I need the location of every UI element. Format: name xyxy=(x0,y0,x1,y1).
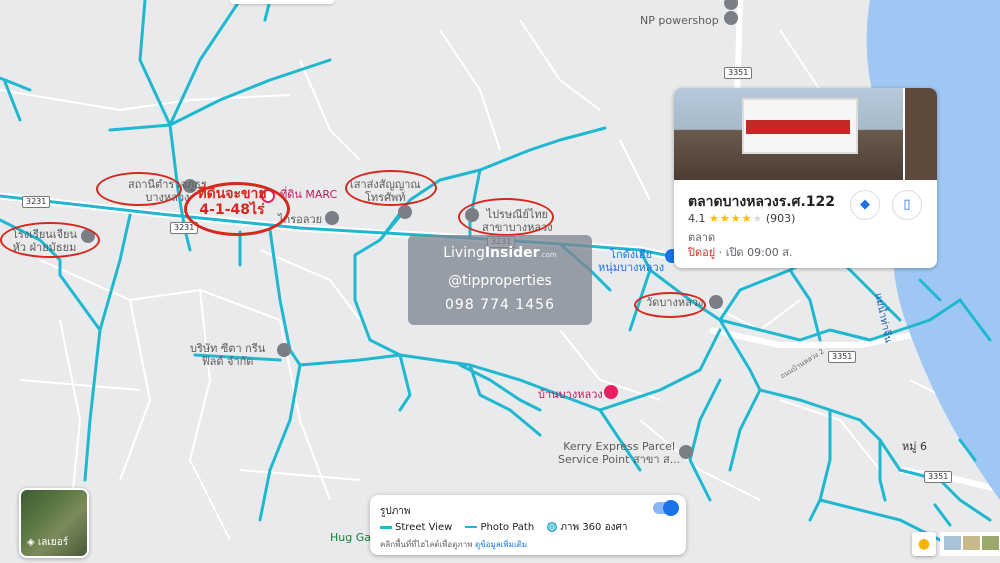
legend-note: คลิกพื้นที่ที่ไฮไลต์เพื่อดูภาพ ดูข้อมูลเ… xyxy=(380,538,527,551)
pin-krolaluay xyxy=(325,211,339,225)
imagery-thumb-2[interactable] xyxy=(963,536,980,550)
more-info-link[interactable]: ดูข้อมูลเพิ่มเติม xyxy=(475,540,527,549)
photo-360-icon xyxy=(547,522,558,532)
street-view-legend: รูปภาพ Street View Photo Path ภาพ 360 อง… xyxy=(370,495,686,555)
photo-path-line-icon xyxy=(465,526,478,528)
street-view-toggle[interactable] xyxy=(653,500,679,516)
label-marc-land: ที่ดิน MARC xyxy=(280,188,338,201)
oval-police xyxy=(96,172,182,206)
pin-signal xyxy=(398,205,412,219)
shield-3351-top: 3351 xyxy=(724,67,753,79)
legend-360-label: ภาพ 360 องศา xyxy=(560,522,628,533)
watermark-handle: @tipproperties xyxy=(448,273,552,289)
place-card[interactable]: ตลาดบางหลวงร.ศ.122 4.1 ★★★★★ (903) ตลาด … xyxy=(674,88,937,268)
legend-photo-path: Photo Path xyxy=(465,522,534,533)
pin-company xyxy=(277,343,291,357)
directions-icon: ◆ xyxy=(860,197,870,212)
imagery-thumb-1[interactable] xyxy=(944,536,961,550)
pegman-icon[interactable]: ● xyxy=(912,532,936,556)
imagery-thumb-3[interactable] xyxy=(982,536,999,550)
place-rating: 4.1 ★★★★★ (903) xyxy=(688,212,795,225)
label-hug: Hug Ga xyxy=(330,531,371,544)
pin-ban-bang-luang xyxy=(604,385,618,399)
hours-open: เปิด 09:00 ส. xyxy=(725,246,793,259)
brand-insider: Insider xyxy=(484,245,540,261)
place-photo-secondary[interactable] xyxy=(903,88,937,180)
status-closed: ปิดอยู่ xyxy=(688,246,716,259)
label-kerry: Kerry Express Parcel Service Point สาขา … xyxy=(558,440,681,466)
review-count[interactable]: (903) xyxy=(766,212,796,225)
oval-temple xyxy=(634,292,706,318)
sale-annotation: ที่ดินจะขาย 4-1-48ไร่ xyxy=(197,186,267,218)
layers-label: เลเยอร์ xyxy=(37,537,69,548)
street-view-line-icon xyxy=(380,525,392,529)
shield-3231-west: 3231 xyxy=(22,196,51,208)
toggle-knob xyxy=(663,500,679,516)
place-photo[interactable] xyxy=(674,88,937,180)
shield-3351-bottom: 3351 xyxy=(924,471,953,483)
imagery-strip[interactable] xyxy=(940,532,1000,556)
layers-label-wrap: ◈ เลเยอร์ xyxy=(27,535,68,550)
place-hours: ปิดอยู่ · เปิด 09:00 ส. xyxy=(688,243,792,261)
label-hotel: โกดังเฮีย หนุ่มบางหลวง xyxy=(598,248,665,274)
pin-temple xyxy=(709,295,723,309)
legend-note-text: คลิกพื้นที่ที่ไฮไลต์เพื่อดูภาพ xyxy=(380,540,473,549)
legend-row: Street View Photo Path ภาพ 360 องศา xyxy=(380,520,637,535)
oval-post-office xyxy=(458,198,554,236)
brand-living: Living xyxy=(443,245,485,261)
rating-value: 4.1 xyxy=(688,212,706,225)
label-company: บริษัท ซีตา กรีน ฟิลด์ จำกัด xyxy=(190,342,266,368)
market-sign-banner xyxy=(746,120,850,134)
watermark-brand: LivingInsider.com xyxy=(408,245,592,263)
layers-icon: ◈ xyxy=(27,537,35,548)
save-button[interactable]: ▯ xyxy=(892,190,922,220)
directions-button[interactable]: ◆ xyxy=(850,190,880,220)
hours-sep: · xyxy=(715,246,726,259)
legend-photo-path-label: Photo Path xyxy=(480,522,535,533)
search-box-edge[interactable] xyxy=(230,0,334,4)
oval-signal-post xyxy=(345,170,437,206)
legend-360: ภาพ 360 องศา xyxy=(547,522,627,533)
pin-kerry xyxy=(679,445,693,459)
layers-button[interactable]: ◈ เลเยอร์ xyxy=(19,488,89,558)
rating-star-empty: ★ xyxy=(752,212,763,225)
rating-stars: ★★★★ xyxy=(709,212,753,225)
label-ban-bang-luang: บ้านบางหลวง xyxy=(538,388,603,401)
shield-3351-mid: 3351 xyxy=(828,351,857,363)
pin-np-powershop xyxy=(724,11,738,25)
brand-com: .com xyxy=(539,251,557,259)
label-village: หมู่ 6 xyxy=(902,440,927,453)
legend-street-view: Street View xyxy=(380,522,452,533)
bookmark-icon: ▯ xyxy=(903,197,911,212)
legend-heading: รูปภาพ xyxy=(380,506,411,517)
watermark: LivingInsider.com @tipproperties 098 774… xyxy=(408,235,592,325)
watermark-phone: 098 774 1456 xyxy=(445,297,555,313)
label-np-powershop: NP powershop xyxy=(640,14,719,27)
oval-school xyxy=(0,222,100,258)
place-title[interactable]: ตลาดบางหลวงร.ศ.122 xyxy=(688,191,835,213)
legend-street-view-label: Street View xyxy=(395,522,453,533)
